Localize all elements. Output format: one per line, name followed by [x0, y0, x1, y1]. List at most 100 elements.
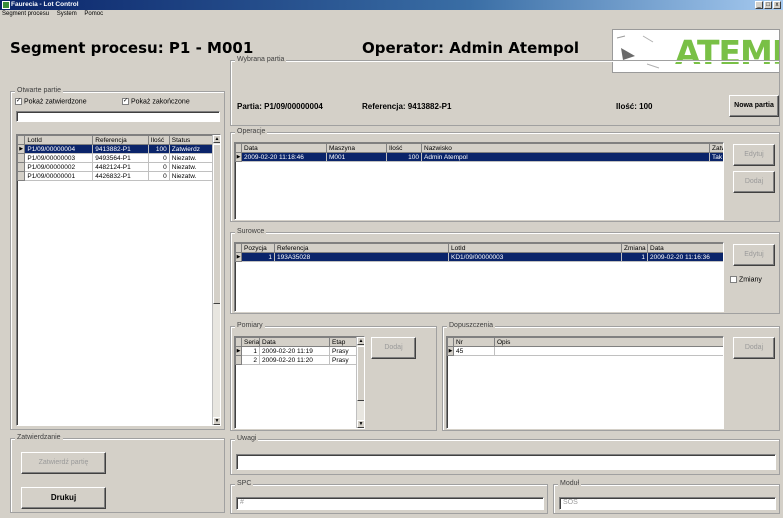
- materials-group: Surowce Pozycja Referencja LotId Zmiana …: [230, 228, 780, 314]
- cell: Admin Atempol: [421, 152, 710, 162]
- cell: Prasy: [329, 355, 358, 365]
- col-data[interactable]: Data: [259, 337, 330, 347]
- cell: Niezatw.: [168, 171, 214, 181]
- cell: 100: [386, 152, 422, 162]
- menu-pomoc[interactable]: Pomoc: [84, 11, 103, 17]
- approvals-label: Dopuszczenia: [447, 322, 495, 329]
- open-lots-scrollbar[interactable]: ▲ ▼: [212, 135, 220, 425]
- edit-material-button[interactable]: Edytuj: [733, 244, 775, 266]
- col-maszyna[interactable]: Maszyna: [326, 143, 387, 153]
- cell: 0: [147, 153, 170, 163]
- cell: 2: [241, 355, 260, 365]
- operations-table[interactable]: Data Maszyna Ilość Nazwisko Zatwierdzona…: [234, 142, 724, 220]
- add-approval-button[interactable]: Dodaj: [733, 337, 775, 359]
- cell: 45: [453, 346, 495, 356]
- module-label: Moduł: [558, 480, 582, 487]
- cell: 100: [147, 144, 170, 154]
- scroll-up-icon[interactable]: ▲: [357, 337, 364, 345]
- col-nazwisko[interactable]: Nazwisko: [421, 143, 710, 153]
- measurements-table[interactable]: Seria Data Etap ▶ 1 2009-02-20 11:19 Pra…: [234, 336, 365, 429]
- confirm-group-label: Zatwierdzanie: [15, 434, 63, 441]
- col-data[interactable]: Data: [647, 243, 723, 253]
- title-bar: Faurecia - Lot Control _ □ x: [0, 0, 783, 10]
- cell: P1/09/00000004: [24, 144, 94, 154]
- col-data[interactable]: Data: [241, 143, 327, 153]
- cell: [494, 346, 723, 356]
- show-confirmed-checkbox[interactable]: ✓ Pokaż zatwierdzone: [15, 98, 87, 105]
- spc-label: SPC: [235, 480, 254, 487]
- add-measurement-button[interactable]: Dodaj: [371, 337, 416, 359]
- table-row[interactable]: ▶ 1 2009-02-20 11:19 Prasy: [235, 346, 358, 356]
- menu-segment-procesu[interactable]: Segment procesu: [2, 11, 49, 17]
- confirm-lot-button[interactable]: Zatwierdź partię: [21, 452, 106, 474]
- table-row[interactable]: ▶ 1 193A35028 KD1/09/00000003 1 2009-02-…: [235, 252, 723, 262]
- show-confirmed-label: Pokaż zatwierdzone: [23, 98, 87, 106]
- col-ilosc[interactable]: Ilość: [386, 143, 422, 153]
- materials-label: Surowce: [235, 228, 267, 235]
- table-row[interactable]: ▶ 45: [447, 346, 723, 356]
- col-pozycja[interactable]: Pozycja: [241, 243, 275, 253]
- edit-operation-button[interactable]: Edytuj: [733, 144, 775, 166]
- col-nr[interactable]: Nr: [453, 337, 495, 347]
- module-field[interactable]: SOS: [559, 497, 776, 510]
- col-opis[interactable]: Opis: [494, 337, 723, 347]
- operations-label: Operacje: [235, 128, 268, 135]
- menu-system[interactable]: System: [57, 11, 77, 17]
- approvals-table[interactable]: Nr Opis ▶ 45: [446, 336, 724, 429]
- show-finished-label: Pokaż zakończone: [130, 98, 190, 106]
- cell: Tak: [709, 152, 723, 162]
- notes-group: Uwagi: [230, 435, 780, 475]
- new-lot-button[interactable]: Nowa partia: [729, 95, 779, 117]
- col-lotid[interactable]: LotId: [448, 243, 622, 253]
- cell: 9493564-P1: [92, 153, 149, 163]
- col-etap[interactable]: Etap: [329, 337, 358, 347]
- spc-field[interactable]: #: [236, 497, 544, 510]
- table-row[interactable]: ▶ P1/09/00000004 9413882-P1 100 Zatwierd…: [17, 144, 214, 154]
- cell: 2009-02-20 11:20: [259, 355, 330, 365]
- table-row[interactable]: P1/09/00000002 4482124-P1 0 Niezatw.: [17, 162, 214, 172]
- table-row[interactable]: P1/09/00000001 4426832-P1 0 Niezatw.: [17, 171, 214, 181]
- col-referencja[interactable]: Referencja: [92, 135, 149, 145]
- lot-id-text: Partia: P1/09/00000004: [237, 102, 323, 111]
- cell: 193A35028: [274, 252, 449, 262]
- scroll-down-icon[interactable]: ▼: [357, 420, 364, 428]
- table-row[interactable]: ▶ 2009-02-20 11:18:46 M001 100 Admin Ate…: [235, 152, 723, 162]
- cell: P1/09/00000003: [24, 153, 94, 163]
- selected-lot-group: Wybrana partia Partia: P1/09/00000004 Re…: [230, 56, 780, 126]
- scroll-thumb[interactable]: [357, 346, 364, 401]
- measurements-scrollbar[interactable]: ▲ ▼: [356, 337, 364, 428]
- table-row[interactable]: P1/09/00000003 9493564-P1 0 Niezatw.: [17, 153, 214, 163]
- maximize-button[interactable]: □: [764, 1, 772, 9]
- col-lotid[interactable]: LotId: [24, 135, 94, 145]
- print-button[interactable]: Drukuj: [21, 487, 106, 509]
- materials-table[interactable]: Pozycja Referencja LotId Zmiana Data ▶ 1…: [234, 242, 724, 312]
- cell: KD1/09/00000003: [448, 252, 622, 262]
- col-ilosc[interactable]: Ilość: [147, 135, 170, 145]
- scroll-thumb[interactable]: [213, 144, 220, 304]
- table-row[interactable]: 2 2009-02-20 11:20 Prasy: [235, 355, 358, 365]
- close-button[interactable]: x: [773, 1, 781, 9]
- cell: 1: [241, 346, 260, 356]
- col-seria[interactable]: Seria: [241, 337, 260, 347]
- cell: Niezatw.: [168, 153, 214, 163]
- cell: Prasy: [329, 346, 358, 356]
- col-zmiana[interactable]: Zmiana: [621, 243, 648, 253]
- lot-reference-text: Referencja: 9413882-P1: [362, 102, 452, 111]
- operator-title: Operator: Admin Atempol: [362, 39, 580, 57]
- menu-bar: Segment procesu System Pomoc: [0, 10, 783, 19]
- add-operation-button[interactable]: Dodaj: [733, 171, 775, 193]
- open-lots-table[interactable]: LotId Referencja Ilość Status ▶ P1/09/00…: [16, 134, 221, 426]
- col-zatwierdzona[interactable]: Zatwierdzona: [709, 143, 723, 153]
- minimize-button[interactable]: _: [755, 1, 763, 9]
- window-title: Faurecia - Lot Control: [11, 1, 79, 8]
- col-referencja[interactable]: Referencja: [274, 243, 449, 253]
- scroll-down-icon[interactable]: ▼: [213, 417, 220, 425]
- show-finished-checkbox[interactable]: ✓ Pokaż zakończone: [122, 98, 190, 105]
- cell: 4482124-P1: [92, 162, 149, 172]
- notes-input[interactable]: [236, 454, 776, 470]
- changes-checkbox[interactable]: Zmiany: [730, 276, 762, 283]
- scroll-up-icon[interactable]: ▲: [213, 135, 220, 143]
- lot-filter-input[interactable]: [16, 111, 220, 122]
- col-status[interactable]: Status: [168, 135, 214, 145]
- cell: 1: [241, 252, 275, 262]
